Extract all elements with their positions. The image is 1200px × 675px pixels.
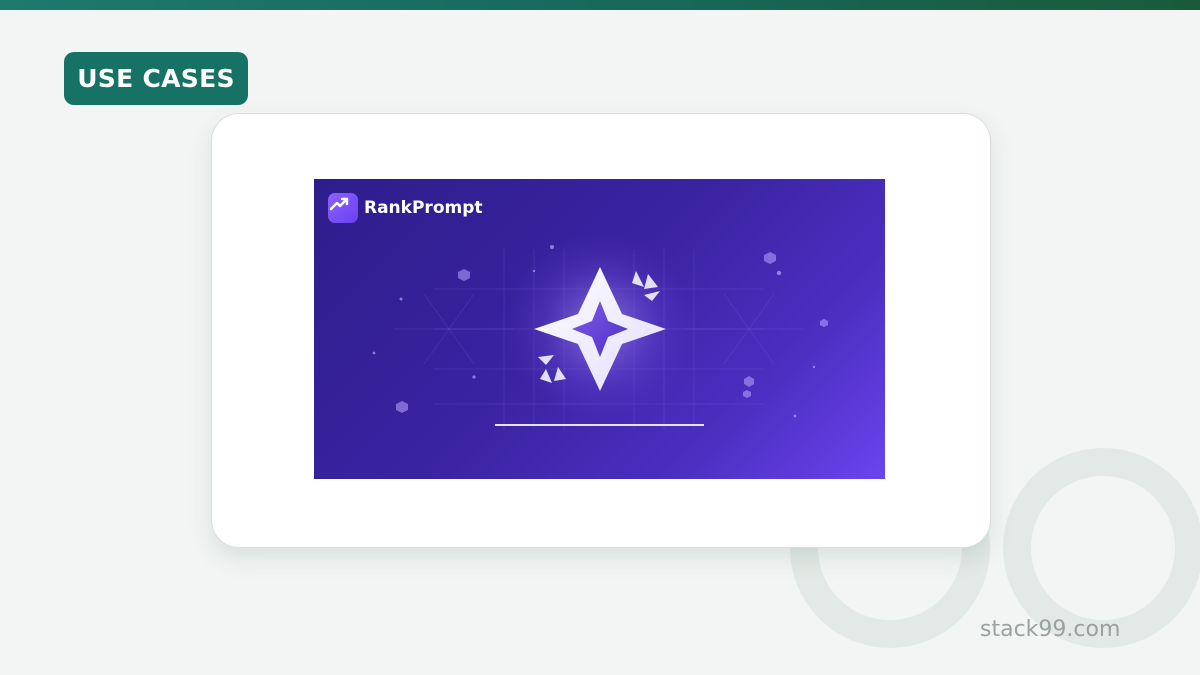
trend-up-icon xyxy=(329,197,349,211)
rankprompt-banner: RankPrompt xyxy=(314,179,885,479)
brand-lockup: RankPrompt xyxy=(328,193,483,223)
brand-name: RankPrompt xyxy=(364,198,483,218)
banner-artwork xyxy=(372,232,828,429)
use-cases-badge: USE CASES xyxy=(64,52,248,105)
site-watermark: stack99.com xyxy=(980,617,1121,642)
brand-logo xyxy=(328,193,358,223)
